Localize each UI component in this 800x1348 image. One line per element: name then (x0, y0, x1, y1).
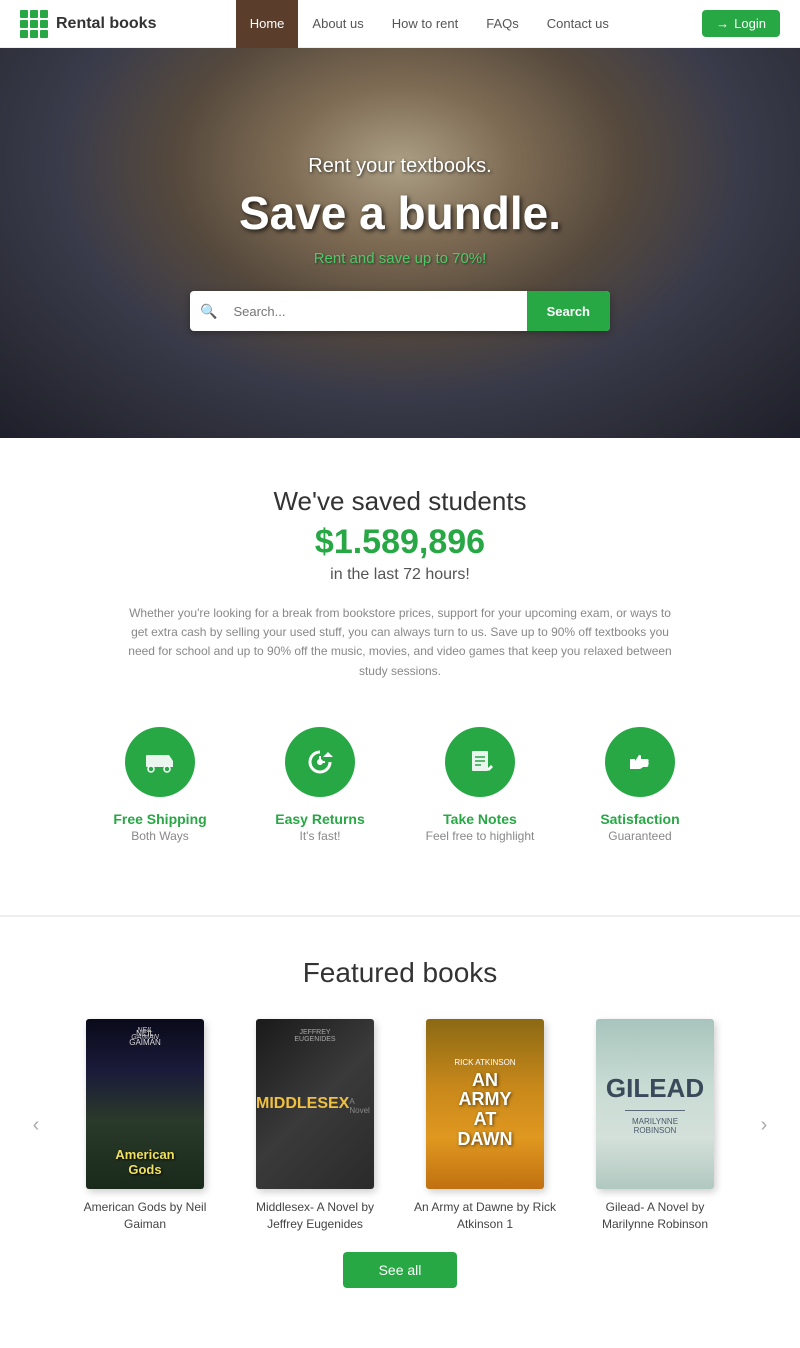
featured-books-title: Featured books (20, 957, 780, 989)
login-button[interactable]: → Login (702, 10, 780, 37)
easy-returns-sublabel: It's fast! (300, 829, 341, 843)
features-grid: Free Shipping Both Ways Easy Returns It'… (20, 717, 780, 883)
search-input[interactable] (227, 304, 526, 319)
satisfaction-sublabel: Guaranteed (608, 829, 671, 843)
login-icon: → (716, 16, 729, 31)
book-american-gods-title: American Gods by Neil Gaiman (70, 1199, 220, 1233)
free-shipping-icon (125, 727, 195, 797)
book-army-at-dawn-cover: RICK ATKINSON ANARMYATDAWN (426, 1019, 544, 1189)
take-notes-sublabel: Feel free to highlight (426, 829, 535, 843)
hero-search-bar: 🔍 Search (190, 291, 610, 331)
stats-amount: $1.589,896 (20, 523, 780, 562)
nav-item-howto[interactable]: How to rent (378, 0, 472, 48)
book-army-at-dawn-title: An Army at Dawne by Rick Atkinson 1 (410, 1199, 560, 1233)
book-american-gods: NEILGAIMAN AmericanGods American Gods by… (70, 1019, 220, 1233)
free-shipping-label: Free Shipping (113, 811, 206, 827)
see-all-button[interactable]: See all (343, 1252, 458, 1288)
book-gilead-cover: GILEAD MARILYNNEROBINSON (596, 1019, 714, 1189)
book-gilead: GILEAD MARILYNNEROBINSON Gilead- A Novel… (580, 1019, 730, 1233)
books-grid: NEILGAIMAN AmericanGods American Gods by… (52, 1019, 748, 1233)
hero-title: Save a bundle. (190, 186, 610, 240)
book-middlesex-cover: JEFFREYEUGENIDES MIDDLESEX A Novel (256, 1019, 374, 1189)
hero-section: Rent your textbooks. Save a bundle. Rent… (0, 48, 800, 438)
navbar: Rental books Home About us How to rent F… (0, 0, 800, 48)
hero-cta-link[interactable]: Rent and save up to 70%! (190, 250, 610, 267)
carousel-next-button[interactable]: › (748, 1110, 780, 1142)
feature-take-notes: Take Notes Feel free to highlight (400, 727, 560, 843)
book-army-at-dawn: RICK ATKINSON ANARMYATDAWN An Army at Da… (410, 1019, 560, 1233)
take-notes-label: Take Notes (443, 811, 517, 827)
hero-subtitle: Rent your textbooks. (190, 155, 610, 178)
easy-returns-label: Easy Returns (275, 811, 364, 827)
nav-item-home[interactable]: Home (236, 0, 299, 48)
stats-section: We've saved students $1.589,896 in the l… (0, 438, 800, 916)
stats-subtitle: in the last 72 hours! (20, 566, 780, 584)
search-button[interactable]: Search (527, 291, 610, 331)
book-gilead-title: Gilead- A Novel by Marilynne Robinson (580, 1199, 730, 1233)
satisfaction-icon (605, 727, 675, 797)
satisfaction-label: Satisfaction (600, 811, 679, 827)
nav-item-contact[interactable]: Contact us (533, 0, 623, 48)
search-icon: 🔍 (190, 303, 227, 320)
hero-content: Rent your textbooks. Save a bundle. Rent… (190, 155, 610, 331)
stats-title: We've saved students (20, 486, 780, 517)
nav-items: Home About us How to rent FAQs Contact u… (236, 0, 623, 47)
easy-returns-icon (285, 727, 355, 797)
brand-name: Rental books (56, 15, 156, 33)
featured-books-section: Featured books ‹ NEILGAIMAN AmericanGods… (0, 916, 800, 1348)
books-carousel: ‹ NEILGAIMAN AmericanGods American Gods … (20, 1019, 780, 1233)
book-middlesex-title: Middlesex- A Novel by Jeffrey Eugenides (240, 1199, 390, 1233)
book-middlesex: JEFFREYEUGENIDES MIDDLESEX A Novel Middl… (240, 1019, 390, 1233)
book-american-gods-cover: NEILGAIMAN AmericanGods (86, 1019, 204, 1189)
nav-item-faqs[interactable]: FAQs (472, 0, 533, 48)
nav-item-about[interactable]: About us (298, 0, 377, 48)
stats-description: Whether you're looking for a break from … (120, 604, 680, 681)
take-notes-icon (445, 727, 515, 797)
feature-satisfaction: Satisfaction Guaranteed (560, 727, 720, 843)
brand-icon (20, 10, 48, 38)
feature-easy-returns: Easy Returns It's fast! (240, 727, 400, 843)
see-all-wrapper: See all (20, 1232, 780, 1308)
brand-logo: Rental books (20, 10, 156, 38)
feature-free-shipping: Free Shipping Both Ways (80, 727, 240, 843)
free-shipping-sublabel: Both Ways (131, 829, 189, 843)
carousel-prev-button[interactable]: ‹ (20, 1110, 52, 1142)
